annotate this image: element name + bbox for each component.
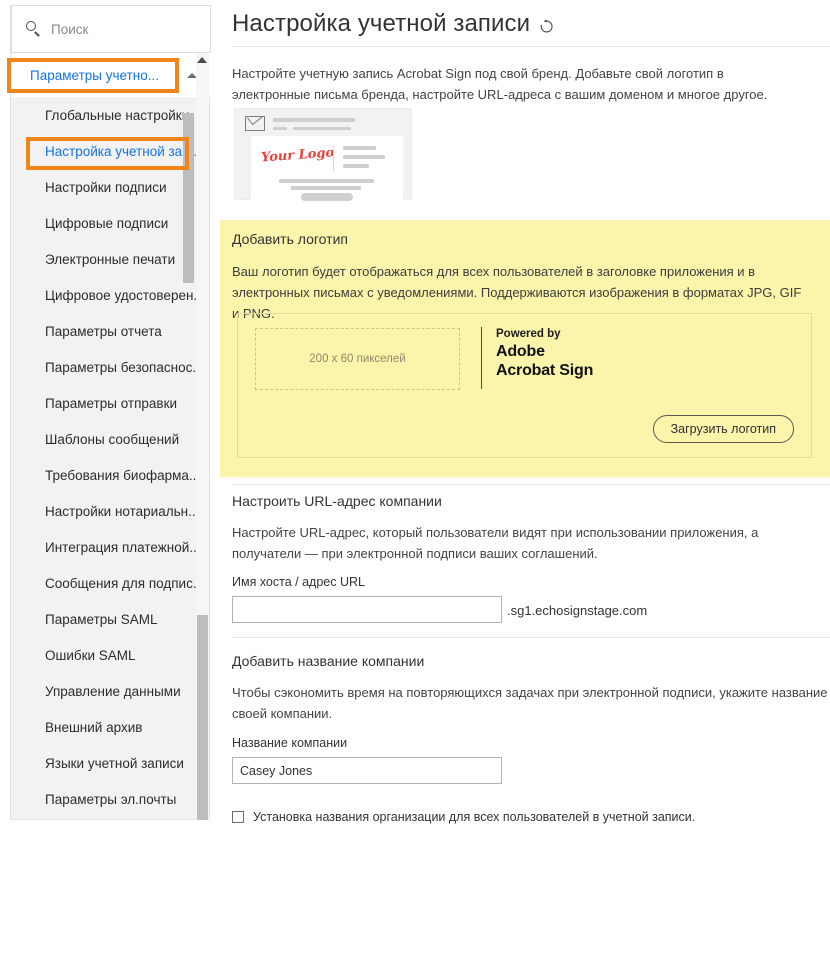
sidebar-item[interactable]: Электронные печати: [11, 241, 211, 277]
hostname-field-label: Имя хоста / адрес URL: [232, 575, 365, 589]
sidebar-inner-scrollbar-thumb[interactable]: [183, 113, 194, 283]
logo-dropzone-label: 200 x 60 пикселей: [309, 353, 406, 365]
url-section-divider: [232, 484, 830, 485]
sidebar-item-label: Цифровые подписи: [45, 215, 169, 231]
page-title: Настройка учетной записи: [232, 10, 531, 37]
sidebar-item[interactable]: Интеграция платежной...: [11, 529, 211, 565]
preview-line: [293, 126, 351, 130]
sidebar-item[interactable]: Параметры отчета: [11, 313, 211, 349]
sidebar-item[interactable]: Глобальные настройки: [11, 97, 211, 133]
company-section-divider: [232, 637, 830, 638]
upload-logo-button[interactable]: Загрузить логотип: [652, 415, 794, 443]
page-header: Настройка учетной записи: [232, 10, 554, 38]
preview-line: [343, 155, 385, 159]
settings-sidebar: Поиск Параметры учетно... Глобальные нас…: [10, 5, 211, 820]
set-org-name-checkbox-row[interactable]: Установка названия организации для всех …: [232, 810, 695, 824]
sidebar-item-label: Параметры отчета: [45, 323, 162, 339]
sidebar-item-label: Ошибки SAML: [45, 647, 136, 663]
sidebar-item-label: Управление данными: [45, 683, 181, 699]
sidebar-item[interactable]: Цифровые подписи: [11, 205, 211, 241]
header-divider: [232, 46, 830, 47]
sidebar-item-label: Цифровое удостоверен...: [45, 287, 205, 303]
sidebar-item-label: Параметры эл.почты: [45, 791, 177, 807]
sidebar-group-label: Параметры учетно...: [30, 67, 159, 83]
intro-paragraph: Настройте учетную запись Acrobat Sign по…: [232, 66, 768, 102]
refresh-icon[interactable]: [539, 18, 554, 34]
sidebar-item[interactable]: Шаблоны сообщений: [11, 421, 211, 457]
set-org-name-checkbox[interactable]: [232, 811, 244, 823]
email-branding-preview: Your Logo: [234, 108, 412, 201]
preview-separator: [333, 145, 334, 171]
preview-line: [273, 126, 287, 130]
preview-line: [343, 146, 376, 150]
sidebar-item-label: Шаблоны сообщений: [45, 431, 180, 447]
powered-by-adobe-block: Powered by Adobe Acrobat Sign: [481, 327, 593, 389]
sidebar-nav-list[interactable]: Глобальные настройки Настройка учетной за…: [11, 97, 211, 819]
main-content-panel: Настройка учетной записи Настройте учетн…: [220, 0, 830, 960]
sidebar-scrollbar-thumb[interactable]: [197, 615, 208, 820]
sidebar-item-label: Параметры SAML: [45, 611, 158, 627]
sidebar-item[interactable]: Параметры SAML: [11, 601, 211, 637]
url-domain-suffix: .sg1.echosignstage.com: [507, 603, 648, 618]
add-logo-title: Добавить логотип: [232, 231, 348, 247]
sidebar-item[interactable]: Параметры эл.почты: [11, 781, 211, 817]
brand-acrobat-sign: Acrobat Sign: [496, 362, 594, 379]
sidebar-item-label: Интеграция платежной...: [45, 539, 201, 555]
sidebar-item[interactable]: Цифровое удостоверен...: [11, 277, 211, 313]
company-name-input[interactable]: [232, 757, 502, 784]
sidebar-item[interactable]: Настройка учетной зап...: [11, 133, 211, 169]
sidebar-item-label: Параметры безопаснос...: [45, 359, 204, 375]
company-section-description: Чтобы сэкономить время на повторяющихся …: [232, 685, 828, 721]
sidebar-item-label: Глобальные настройки: [45, 107, 190, 123]
preview-line: [273, 118, 355, 122]
sidebar-item[interactable]: Управление данными: [11, 673, 211, 709]
preview-line: [343, 164, 369, 168]
preview-email-header: [245, 116, 355, 131]
preview-line: [279, 179, 374, 183]
sidebar-item[interactable]: Внешний архив: [11, 709, 211, 745]
envelope-icon: [245, 116, 265, 131]
sidebar-item-label: Электронные печати: [45, 251, 176, 267]
set-org-name-checkbox-label: Установка названия организации для всех …: [253, 810, 696, 824]
sidebar-item[interactable]: Настройки подписи: [11, 169, 211, 205]
sidebar-item-label: Языки учетной записи: [45, 755, 184, 771]
sidebar-item[interactable]: Ошибки SAML: [11, 637, 211, 673]
url-section-description: Настройте URL-адрес, который пользовател…: [232, 525, 759, 561]
sidebar-group-account-settings[interactable]: Параметры учетно...: [11, 53, 211, 97]
sidebar-item[interactable]: Параметры безопаснос...: [11, 349, 211, 385]
sidebar-item-label: Настройки подписи: [45, 179, 167, 195]
sidebar-item[interactable]: Языки учетной записи: [11, 745, 211, 781]
preview-logo-text: Your Logo: [260, 145, 335, 166]
search-placeholder: Поиск: [51, 21, 89, 37]
powered-by-label: Powered by: [496, 328, 561, 340]
sidebar-item-label: Настройка учетной зап...: [45, 143, 201, 159]
sidebar-item-label: Внешний архив: [45, 719, 143, 735]
sidebar-item[interactable]: Настройки нотариальн...: [11, 493, 211, 529]
sidebar-item[interactable]: Сообщения для подпис...: [11, 565, 211, 601]
company-section-title: Добавить название компании: [232, 653, 425, 669]
logo-upload-panel: 200 x 60 пикселей Powered by Adobe Acrob…: [237, 313, 812, 458]
sidebar-item[interactable]: Требования биофарма...: [11, 457, 211, 493]
sidebar-item[interactable]: Параметры отправки: [11, 385, 211, 421]
scroll-up-arrow-icon[interactable]: [197, 57, 207, 63]
hostname-input[interactable]: [232, 596, 502, 623]
add-logo-section: Добавить логотип Ваш логотип будет отобр…: [220, 220, 830, 477]
search-input[interactable]: Поиск: [11, 5, 211, 53]
logo-dropzone[interactable]: 200 x 60 пикселей: [255, 328, 460, 390]
company-name-field-label: Название компании: [232, 736, 348, 750]
url-section-title: Настроить URL-адрес компании: [232, 493, 442, 509]
brand-adobe: Adobe: [496, 343, 545, 360]
search-icon: [26, 21, 42, 37]
sidebar-item-label: Требования биофарма...: [45, 467, 201, 483]
sidebar-item-label: Настройки нотариальн...: [45, 503, 200, 519]
preview-line: [291, 186, 361, 190]
sidebar-item-label: Сообщения для подпис...: [45, 575, 205, 591]
sidebar-item-label: Параметры отправки: [45, 395, 178, 411]
preview-button: [301, 193, 353, 201]
preview-email-body: Your Logo: [251, 136, 403, 201]
